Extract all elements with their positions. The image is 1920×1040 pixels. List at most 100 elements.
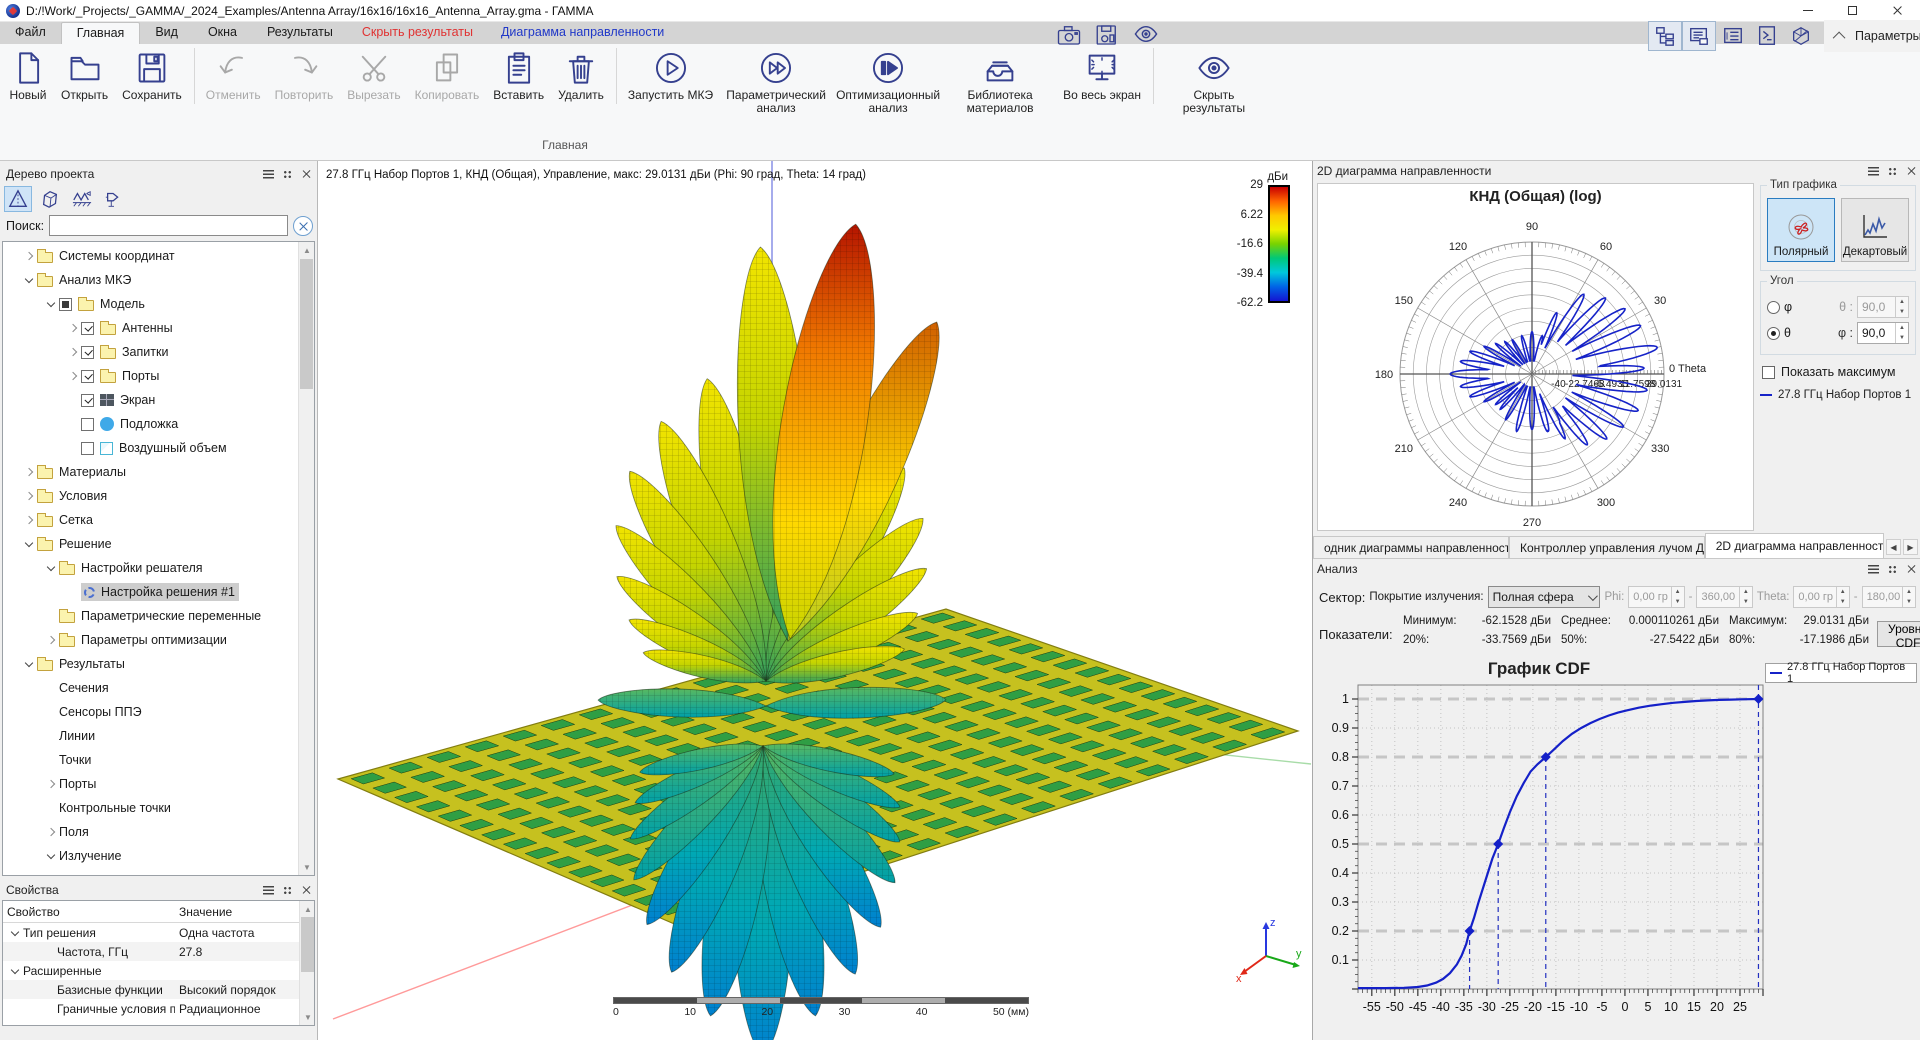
ribbon-button[interactable]: Параметрический анализ: [720, 48, 832, 117]
panel-close-icon[interactable]: [1906, 166, 1916, 176]
property-row[interactable]: Граничные условия по ... Радиационное: [3, 999, 314, 1018]
scroll-up-icon[interactable]: ▲: [299, 242, 315, 258]
params-collapse-area[interactable]: Параметры: [1824, 20, 1920, 52]
polar-type-button[interactable]: Полярный: [1767, 198, 1835, 262]
menu-action[interactable]: Диаграмма направленности: [487, 22, 678, 44]
property-expander-icon[interactable]: [7, 963, 23, 979]
script-log-icon[interactable]: [1750, 21, 1784, 51]
properties-window-icon[interactable]: [1682, 21, 1716, 51]
dock-tab[interactable]: одник диаграммы направленности: [1313, 536, 1509, 558]
abc-window-icon[interactable]: [1716, 21, 1750, 51]
property-expander-icon[interactable]: [41, 1001, 57, 1017]
tree-row[interactable]: Подложка: [3, 412, 298, 436]
tree-row[interactable]: Результаты: [3, 652, 298, 676]
tree-row[interactable]: Условия: [3, 484, 298, 508]
ribbon-button[interactable]: Копировать: [408, 48, 487, 104]
tree-expander-icon[interactable]: [21, 488, 37, 504]
solid-view-tool[interactable]: [4, 186, 32, 212]
tree-expander-icon[interactable]: [65, 416, 81, 432]
panel-menu-icon[interactable]: [263, 170, 274, 179]
search-clear-icon[interactable]: [293, 216, 313, 236]
panel-close-icon[interactable]: [301, 885, 311, 895]
tree-expander-icon[interactable]: [21, 272, 37, 288]
ribbon-button[interactable]: Новый: [2, 48, 54, 104]
property-row[interactable]: Расширенные: [3, 961, 314, 980]
show-max-checkbox[interactable]: [1762, 366, 1775, 379]
scroll-up-icon[interactable]: ▲: [300, 901, 315, 917]
tree-scrollbar[interactable]: ▲ ▼: [298, 242, 314, 875]
ribbon-button[interactable]: Вставить: [486, 48, 551, 104]
dock-tab[interactable]: Контроллер управления лучом ДН: [1509, 536, 1705, 558]
tree-row[interactable]: Точки: [3, 748, 298, 772]
ribbon-button[interactable]: Повторить: [268, 48, 341, 104]
theta-to-spinner[interactable]: 180,00 ▲▼: [1862, 586, 1916, 608]
phi-to-spinner[interactable]: 360,00 ▲▼: [1696, 586, 1752, 608]
tree-search-input[interactable]: [49, 215, 288, 236]
spinner-arrows-icon[interactable]: ▲▼: [1895, 297, 1908, 317]
tree-expander-icon[interactable]: [43, 560, 59, 576]
visibility-eye-icon[interactable]: [1133, 24, 1159, 46]
ribbon-button[interactable]: Во весь экран: [1056, 48, 1154, 104]
spinner-arrows-icon[interactable]: ▲▼: [1739, 587, 1752, 607]
cdf-levels-button[interactable]: Уровни CDF: [1877, 621, 1920, 647]
tree-checkbox[interactable]: [81, 322, 94, 335]
tree-row[interactable]: Анализ МКЭ: [3, 268, 298, 292]
tree-checkbox[interactable]: [81, 346, 94, 359]
ribbon-button[interactable]: Оптимизационный анализ: [832, 48, 944, 117]
tree-row[interactable]: Модель: [3, 292, 298, 316]
property-expander-icon[interactable]: [7, 925, 23, 941]
tree-row[interactable]: Излучение: [3, 844, 298, 868]
menu-tab[interactable]: Результаты: [252, 22, 348, 44]
tree-row[interactable]: Линии: [3, 724, 298, 748]
tree-row[interactable]: Параметрические переменные: [3, 604, 298, 628]
ribbon-button[interactable]: Вырезать: [340, 48, 407, 104]
tree-checkbox[interactable]: [81, 418, 94, 431]
tree-row[interactable]: Сечения: [3, 676, 298, 700]
phi-radio[interactable]: [1767, 301, 1780, 314]
tree-expander-icon[interactable]: [65, 368, 81, 384]
props-scroll-thumb[interactable]: [301, 917, 314, 972]
ribbon-button[interactable]: Открыть: [54, 48, 115, 104]
port-tool[interactable]: [100, 186, 128, 212]
tree-expander-icon[interactable]: [43, 752, 59, 768]
ribbon-button[interactable]: Удалить: [551, 48, 617, 104]
property-row[interactable]: Тип решения Одна частота: [3, 923, 314, 942]
tree-checkbox[interactable]: [59, 298, 72, 311]
ribbon-button[interactable]: Скрыть результаты: [1158, 48, 1270, 117]
tree-expander-icon[interactable]: [43, 728, 59, 744]
coverage-select[interactable]: Полная сфера: [1488, 586, 1601, 608]
theta-radio[interactable]: [1767, 327, 1780, 340]
tree-expander-icon[interactable]: [21, 536, 37, 552]
dock-tab[interactable]: 2D диаграмма направленности: [1705, 533, 1884, 558]
phi-from-spinner[interactable]: 0,00 гр ▲▼: [1628, 586, 1684, 608]
tree-expander-icon[interactable]: [43, 632, 59, 648]
tree-row[interactable]: Настройки решателя: [3, 556, 298, 580]
tree-row[interactable]: Параметры оптимизации: [3, 628, 298, 652]
ribbon-button[interactable]: Сохранить: [115, 48, 195, 104]
tree-expander-icon[interactable]: [43, 776, 59, 792]
tree-expander-icon[interactable]: [43, 680, 59, 696]
tree-expander-icon[interactable]: [21, 656, 37, 672]
menu-tab[interactable]: Файл: [0, 22, 61, 44]
tree-expander-icon[interactable]: [65, 584, 81, 600]
minimize-button[interactable]: [1785, 0, 1830, 22]
spinner-arrows-icon[interactable]: ▲▼: [1836, 587, 1849, 607]
maximize-button[interactable]: [1830, 0, 1875, 22]
panel-dock-icon[interactable]: [283, 886, 292, 895]
tree-row[interactable]: Экран: [3, 388, 298, 412]
tree-expander-icon[interactable]: [43, 824, 59, 840]
panel-dock-icon[interactable]: [1888, 565, 1897, 574]
panel-close-icon[interactable]: [1906, 564, 1916, 574]
theta-from-spinner[interactable]: 0,00 гр ▲▼: [1793, 586, 1849, 608]
screenshot-camera-icon[interactable]: [1057, 24, 1081, 46]
tree-row[interactable]: Поля: [3, 820, 298, 844]
tree-expander-icon[interactable]: [21, 512, 37, 528]
tree-row[interactable]: Настройка решения #1: [3, 580, 298, 604]
spinner-arrows-icon[interactable]: ▲▼: [1671, 587, 1684, 607]
tree-expander-icon[interactable]: [65, 320, 81, 336]
tree-row[interactable]: Воздушный объем: [3, 436, 298, 460]
tab-scroll-right-icon[interactable]: ▶: [1903, 539, 1918, 555]
tree-expander-icon[interactable]: [65, 440, 81, 456]
tree-structure-icon[interactable]: [1648, 21, 1682, 51]
property-row[interactable]: Частота, ГГц 27.8: [3, 942, 314, 961]
